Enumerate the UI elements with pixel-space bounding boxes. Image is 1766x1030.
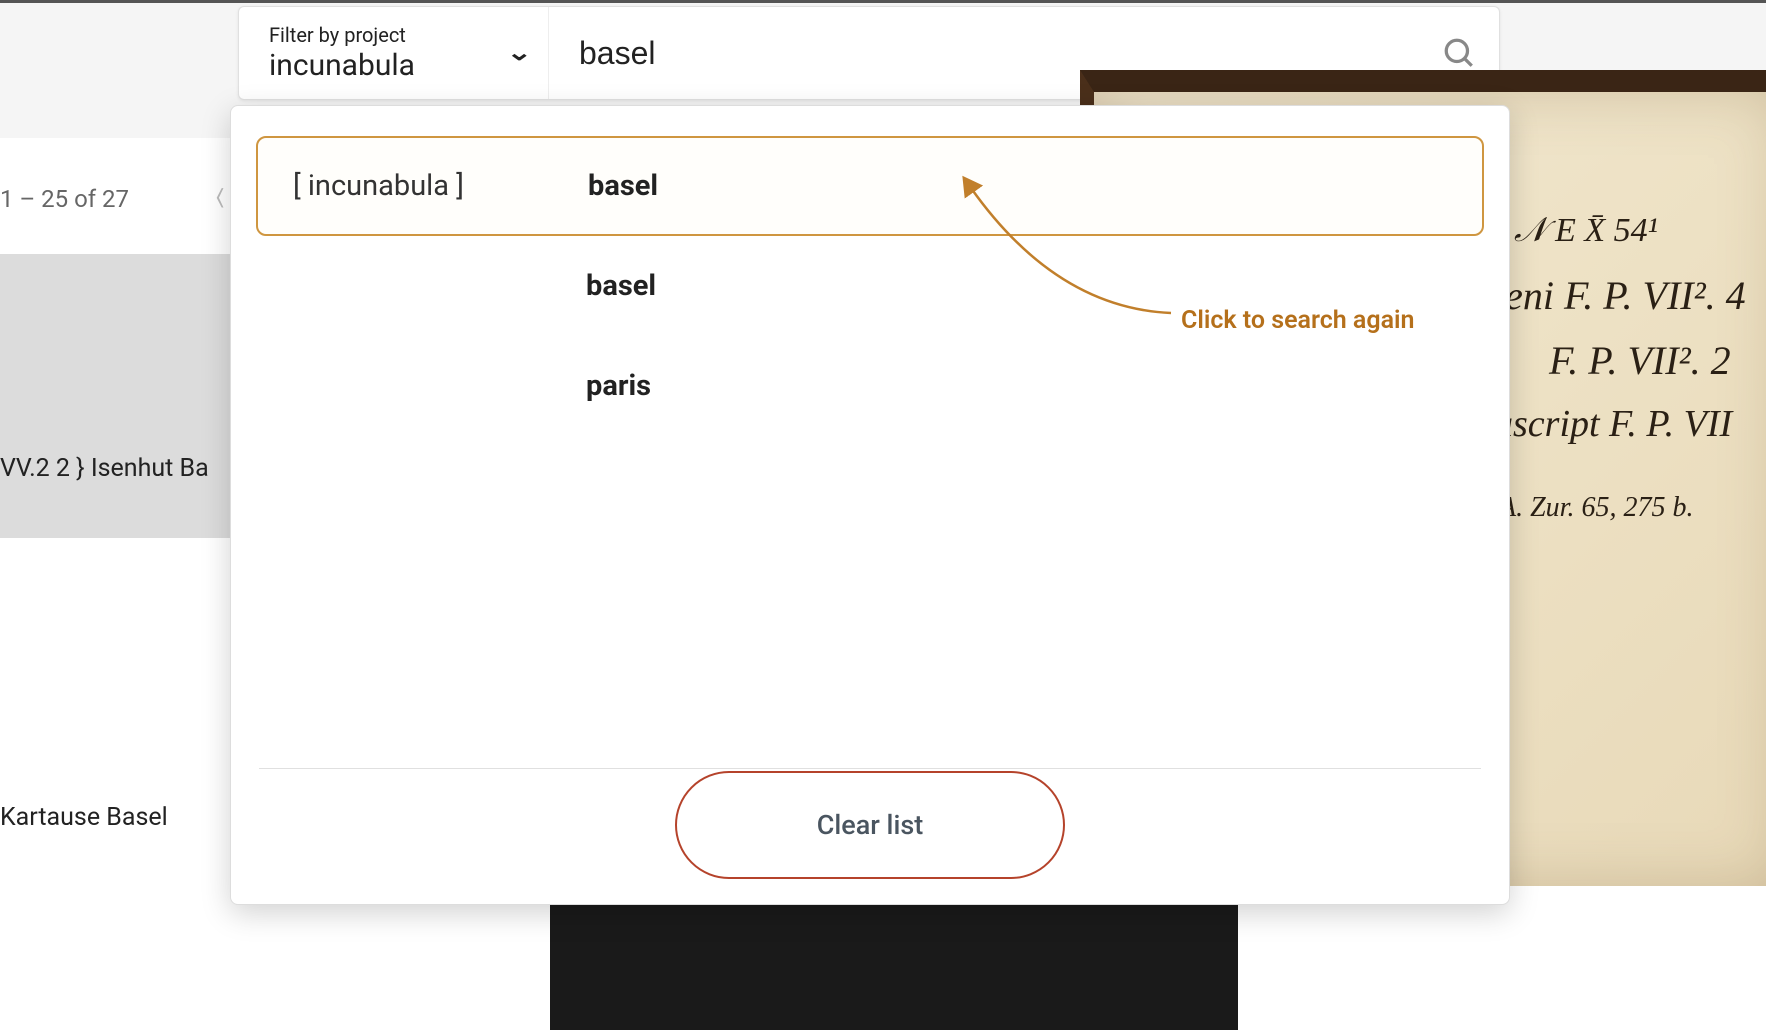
history-item[interactable]: paris (256, 336, 1484, 436)
results-count: 1 – 25 of 27 (0, 185, 129, 213)
filter-text-wrap: Filter by project incunabula (269, 23, 415, 83)
manuscript-line: F. P. VII². 2 (1549, 337, 1731, 384)
manuscript-line: leni F. P. VII². 4 (1494, 272, 1746, 319)
history-item[interactable]: [ incunabula ] basel (256, 136, 1484, 236)
search-input[interactable] (579, 35, 1439, 72)
search-button[interactable] (1439, 33, 1479, 73)
manuscript-line: 𝒩 E X̄ 54¹ (1514, 212, 1658, 250)
history-term: basel (586, 269, 656, 303)
history-term: paris (586, 369, 651, 403)
search-icon (1442, 36, 1476, 70)
filter-value: incunabula (269, 48, 415, 83)
pager-prev-icon[interactable]: ‹ (215, 165, 225, 225)
history-term: basel (588, 169, 658, 203)
history-item[interactable]: basel (256, 236, 1484, 336)
history-project-scope: [ incunabula ] (293, 169, 588, 203)
manuscript-line: A. Zur. 65, 275 b. (1499, 492, 1693, 524)
clear-list-button[interactable]: Clear list (675, 771, 1065, 879)
clear-list-label: Clear list (817, 809, 923, 841)
search-history-panel: [ incunabula ] basel basel paris Click t… (230, 105, 1510, 905)
filter-label: Filter by project (269, 23, 415, 47)
result-title: Kartause Basel (0, 803, 168, 832)
project-filter-dropdown[interactable]: Filter by project incunabula ⌄ (239, 7, 549, 99)
panel-divider (259, 768, 1481, 769)
result-title: VV.2 2 } Isenhut Ba (0, 454, 209, 483)
chevron-down-icon: ⌄ (506, 41, 532, 66)
manuscript-line: uscript F. P. VII (1494, 402, 1732, 446)
